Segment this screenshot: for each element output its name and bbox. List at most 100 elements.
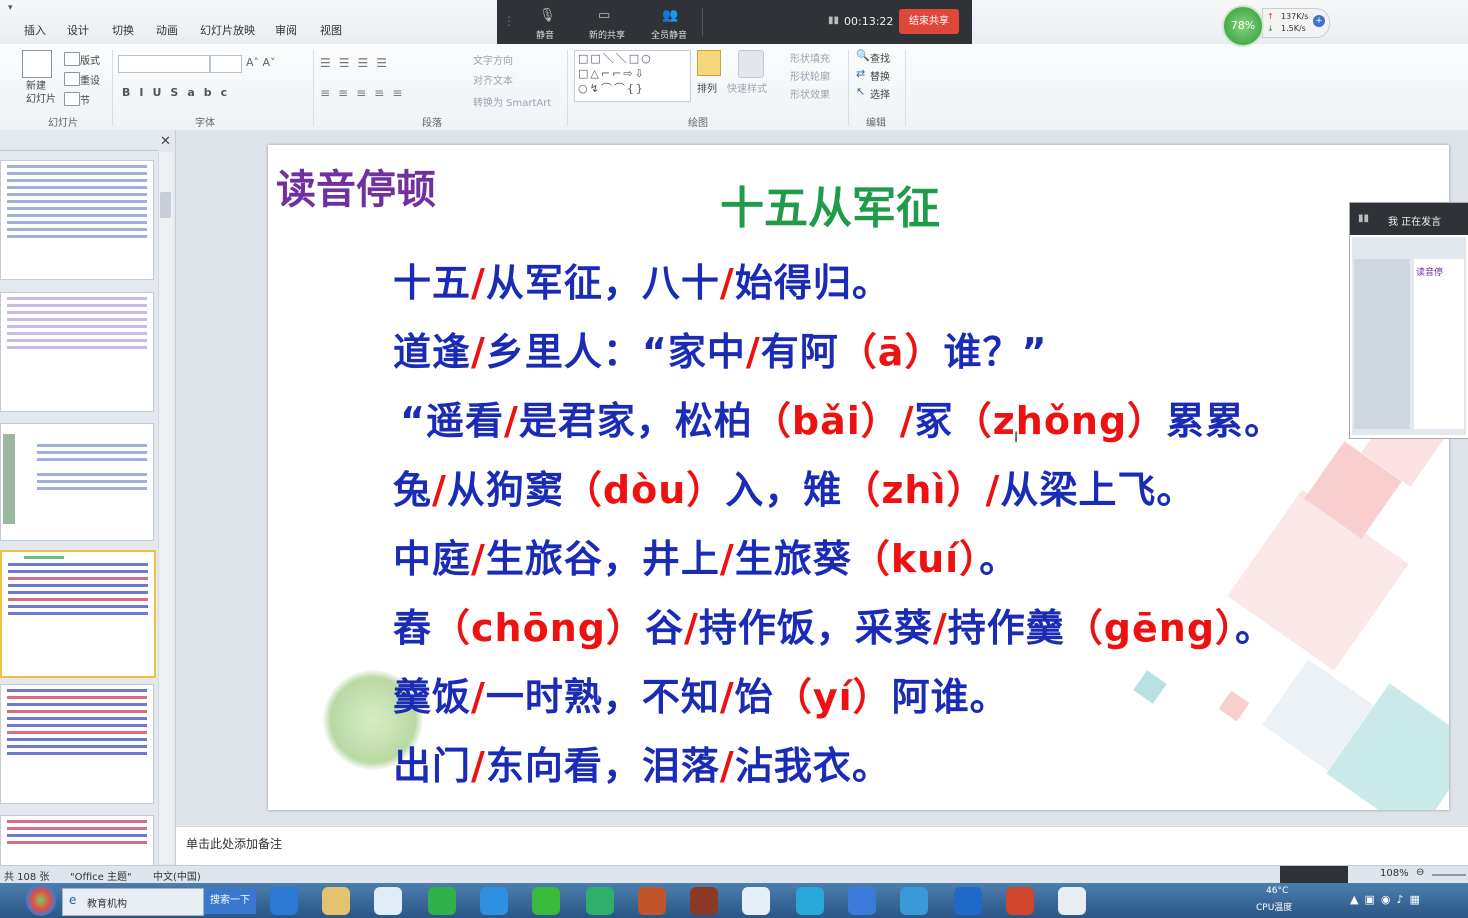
tab-insert[interactable]: 插入 (24, 22, 46, 38)
mute-button[interactable]: 静音 (536, 28, 554, 41)
remote-viewer-window[interactable]: ▮▮ 我 正在发言 读音停 (1349, 202, 1468, 439)
cpu-usage-ball[interactable]: 78% (1222, 5, 1264, 47)
browser-green-taskbar-icon[interactable] (428, 887, 456, 915)
poem-text-segment: 饴 (734, 675, 774, 719)
slide-thumbnail[interactable] (0, 160, 154, 280)
mute-all-button[interactable]: 全员静音 (651, 28, 687, 41)
feather-taskbar-icon[interactable] (848, 887, 876, 915)
slide-thumbnail[interactable] (0, 815, 154, 867)
notes-placeholder: 单击此处添加备注 (186, 837, 283, 851)
game2-taskbar-icon[interactable] (690, 887, 718, 915)
tab-animations[interactable]: 动画 (156, 22, 178, 38)
poem-text-segment: 入，雉 (725, 468, 843, 512)
layout-button[interactable]: 版式 (80, 52, 100, 67)
slide-thumbnail[interactable] (0, 423, 154, 541)
shapes-gallery[interactable]: □□＼＼□○ □△⌐⌐⇨⇩ ○↯⌒⌒{} (574, 50, 691, 102)
new-slide-button[interactable]: 新建 幻灯片 (26, 80, 56, 106)
tray-icons[interactable]: ▲▣◉♪▦ (1350, 893, 1426, 906)
powerpoint-taskbar-icon[interactable] (1006, 887, 1034, 915)
browser-address-box[interactable]: e 教育机构 (62, 888, 204, 916)
poem-text-segment: 从军征，八十 (485, 261, 720, 305)
viewer-header: ▮▮ 我 正在发言 (1350, 203, 1468, 235)
stop-share-button[interactable]: 结束共享 (899, 9, 959, 34)
search-button[interactable]: 搜索一下 (204, 888, 256, 914)
section-button[interactable]: 节 (80, 92, 90, 107)
tray-popup[interactable] (1280, 866, 1348, 884)
mic-icon: 🎙 (539, 8, 556, 23)
poem-text-segment: 。 (1235, 606, 1275, 650)
pinyin-segment: （zhǒng） (953, 399, 1167, 443)
pinyin-segment: / (471, 261, 486, 305)
thumbnail-scrollbar[interactable] (158, 152, 173, 864)
alignment-icons[interactable]: ≡≡≡≡≡ (320, 86, 410, 100)
slide-count: 共 108 张 (4, 872, 50, 883)
group-divider (313, 50, 314, 126)
pinyin-segment: （gēng） (1064, 606, 1236, 650)
shape-effects-button[interactable]: 形状效果 (790, 86, 830, 101)
folder-taskbar-icon[interactable] (322, 887, 350, 915)
language-indicator: 中文(中国) (153, 872, 201, 883)
grow-font-icon[interactable]: A˄ A˅ (246, 56, 276, 69)
slide-thumbnail[interactable] (0, 292, 154, 412)
tab-view[interactable]: 视图 (320, 22, 342, 38)
zoom-slider[interactable] (1432, 874, 1466, 876)
font-format-icons[interactable]: BIUSabc (122, 86, 236, 99)
text-direction-button[interactable]: 文字方向 (473, 52, 513, 67)
quick-access-icon[interactable]: ▾ (8, 3, 13, 13)
people-icon: 👥 (662, 8, 679, 23)
poem-text-segment: 中庭 (393, 537, 472, 581)
replace-button[interactable]: 替换 (870, 68, 890, 83)
ie-taskbar-icon[interactable] (270, 887, 298, 915)
zoom-out-icon[interactable]: ⊖ (1416, 867, 1424, 878)
notes-taskbar-icon[interactable] (1058, 887, 1086, 915)
video-taskbar-icon[interactable] (796, 887, 824, 915)
new-share-button[interactable]: 新的共享 (589, 28, 625, 41)
zoom-level[interactable]: 108% (1380, 868, 1409, 879)
arrange-button[interactable]: 排列 (697, 80, 717, 95)
viewer-mini-slide: 读音停 (1414, 259, 1464, 429)
cloud-taskbar-icon[interactable] (742, 887, 770, 915)
close-pane-icon[interactable]: ✕ (160, 134, 171, 149)
notes-pane[interactable]: 单击此处添加备注 (176, 826, 1468, 865)
reset-button[interactable]: 重设 (80, 72, 100, 87)
scrollbar-thumb[interactable] (160, 192, 171, 218)
select-button[interactable]: 选择 (870, 86, 890, 101)
toolbar-divider (702, 8, 703, 36)
chat-taskbar-icon[interactable] (954, 887, 982, 915)
browser-blue-taskbar-icon[interactable] (480, 887, 508, 915)
start-button-icon[interactable] (26, 884, 56, 916)
pinyin-segment: / (719, 261, 735, 305)
quick-styles-button[interactable]: 快速样式 (727, 80, 767, 95)
convert-smartart-button[interactable]: 转换为 SmartArt (473, 94, 551, 109)
font-name-dropdown[interactable] (118, 55, 210, 73)
poem-text-segment: 累累。 (1166, 399, 1284, 443)
list-icons[interactable]: ☰☰☰☰ (320, 56, 395, 70)
tab-review[interactable]: 审阅 (275, 22, 297, 38)
iqiyi-taskbar-icon[interactable] (532, 887, 560, 915)
accelerate-icon[interactable]: + (1313, 15, 1325, 27)
slide-thumbnail[interactable] (0, 684, 154, 804)
font-size-dropdown[interactable] (210, 55, 242, 73)
poem-text-segment: 阿谁。 (891, 675, 1009, 719)
slide-thumbnail-active[interactable] (0, 550, 156, 678)
viewer-mini-heading: 读音停 (1416, 268, 1444, 278)
network-speed-panel: ↑ 137K/s ↓ 1.5K/s + (1262, 8, 1330, 38)
tab-design[interactable]: 设计 (67, 22, 89, 38)
poem-text-segment: 冢 (914, 399, 954, 443)
poem-text-segment: 是君家，松柏 (518, 399, 753, 443)
tab-slideshow[interactable]: 幻灯片放映 (200, 22, 255, 38)
media-taskbar-icon[interactable] (374, 887, 402, 915)
360-taskbar-icon[interactable] (586, 887, 614, 915)
group-divider (112, 50, 113, 126)
tab-transitions[interactable]: 切换 (112, 22, 134, 38)
drag-handle-icon[interactable]: ⋮ (503, 14, 515, 28)
pinyin-segment: / (471, 744, 486, 788)
meeting-taskbar-icon[interactable] (900, 887, 928, 915)
shape-fill-button[interactable]: 形状填充 (790, 50, 830, 65)
find-button[interactable]: 查找 (870, 50, 890, 65)
shape-outline-button[interactable]: 形状轮廓 (790, 68, 830, 83)
game-taskbar-icon[interactable] (638, 887, 666, 915)
poem-text-segment: 始得归。 (734, 261, 891, 305)
align-text-button[interactable]: 对齐文本 (473, 72, 513, 87)
new-slide-icon[interactable] (22, 50, 52, 78)
